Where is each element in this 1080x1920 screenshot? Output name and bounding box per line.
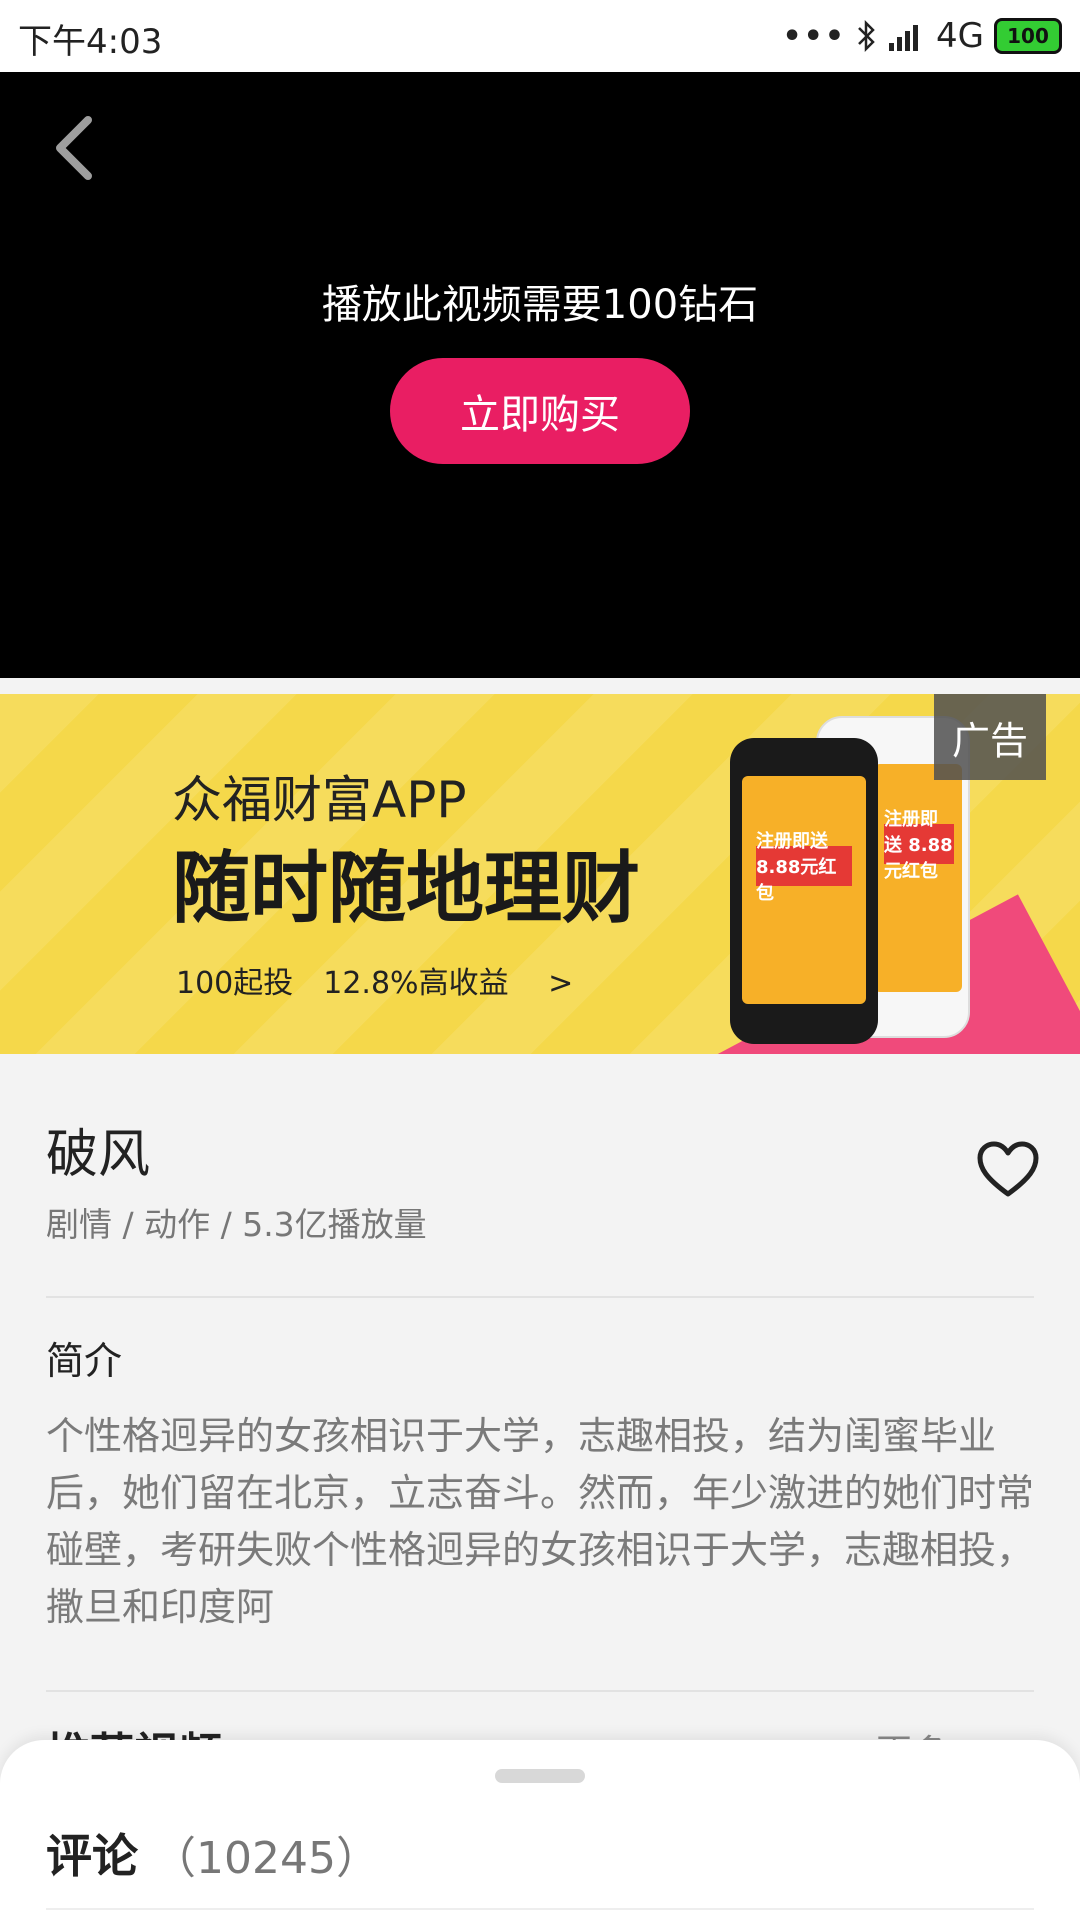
divider (46, 1296, 1034, 1298)
divider (46, 1908, 1034, 1910)
signal-icon (889, 25, 919, 51)
paywall-message: 播放此视频需要100钻石 (321, 282, 759, 328)
drag-handle[interactable] (495, 1769, 585, 1783)
comments-label: 评论 (46, 1829, 138, 1883)
divider (46, 1690, 1034, 1692)
comments-count: （10245） (152, 1833, 380, 1884)
movie-title: 破风 (46, 1125, 151, 1185)
network-type: 4G (936, 16, 984, 56)
ad-title: 众福财富APP (172, 771, 467, 829)
synopsis-text: 个性格迥异的女孩相识于大学，志趣相投，结为闺蜜毕业后，她们留在北京，立志奋斗。然… (46, 1414, 1035, 1629)
phone-image: 注册即送 8.88元红包 (730, 738, 878, 1044)
battery-icon: 100 (994, 18, 1062, 54)
ad-headline: 随时随地理财 (172, 844, 641, 934)
phone-promo: 注册即送 8.88元红包 (884, 809, 954, 882)
synopsis-label: 简介 (46, 1339, 123, 1383)
bluetooth-icon (858, 19, 875, 53)
ad-badge: 广告 (934, 694, 1046, 780)
more-dots-icon: ••• (782, 18, 847, 54)
ad-subtitle: 100起投 12.8%高收益 > (176, 966, 574, 1001)
buy-now-button[interactable]: 立即购买 (390, 358, 690, 464)
status-time: 下午4:03 (18, 22, 163, 62)
movie-meta: 剧情 / 动作 / 5.3亿播放量 (46, 1205, 427, 1244)
status-icons: ••• 4G 100 (782, 14, 1062, 58)
phone-promo: 注册即送 8.88元红包 (756, 831, 852, 904)
back-arrow-icon[interactable] (46, 112, 106, 184)
favorite-heart-icon[interactable] (976, 1140, 1040, 1200)
ad-decoration (0, 694, 171, 777)
